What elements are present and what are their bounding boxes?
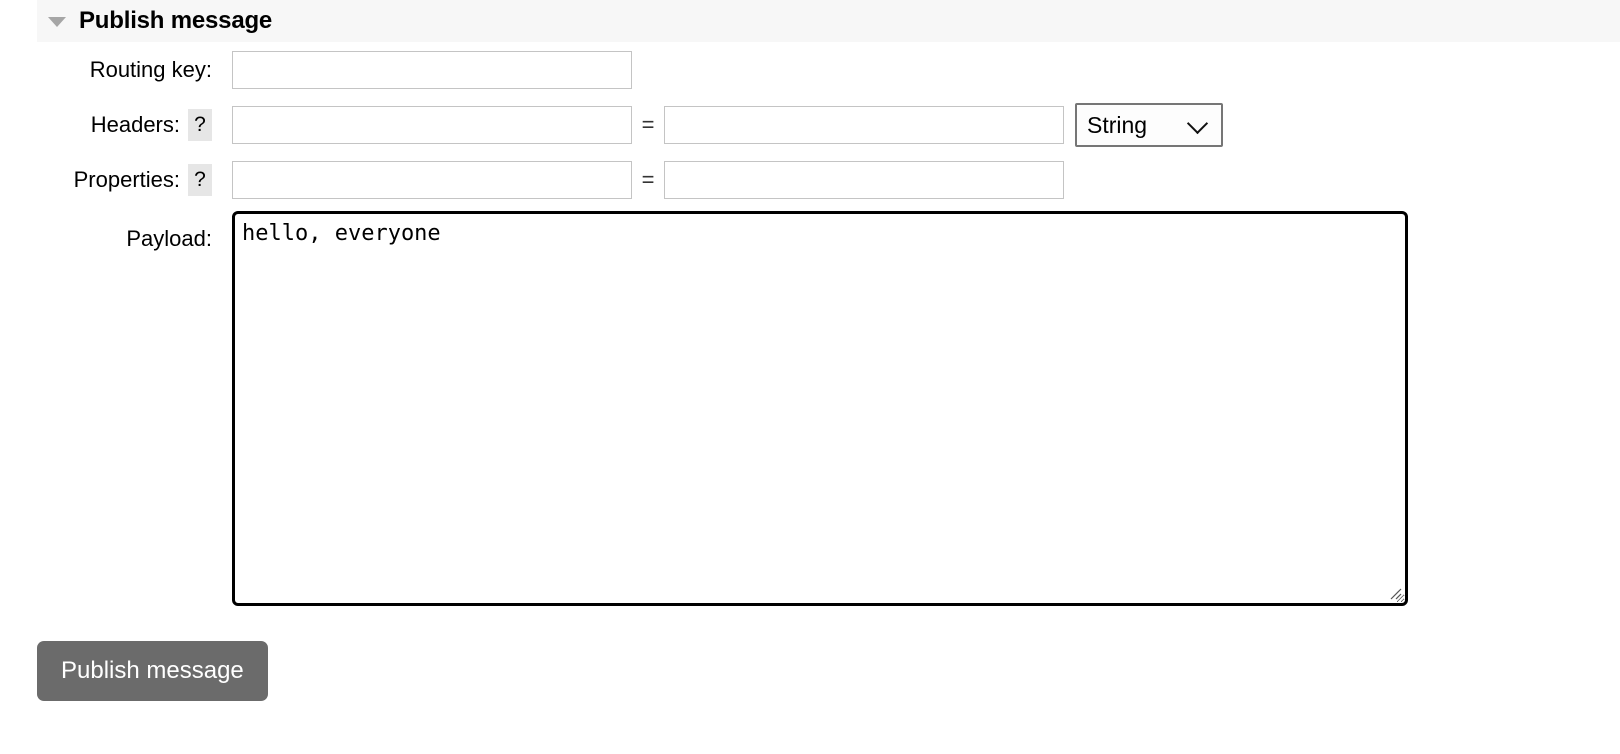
- publish-message-page: Publish message Routing key: Headers: ? …: [0, 0, 1620, 754]
- properties-label: Properties:: [73, 166, 180, 192]
- properties-equals-sign: =: [641, 166, 655, 192]
- publish-message-section-header[interactable]: Publish message: [37, 0, 1620, 42]
- page-title: Publish message: [79, 7, 273, 34]
- triangle-down-icon[interactable]: [48, 17, 66, 27]
- payload-row: Payload: hello, everyone: [0, 211, 1620, 606]
- headers-type-select-wrap: String: [1064, 102, 1223, 147]
- headers-label: Headers:: [90, 111, 180, 137]
- payload-label: Payload:: [126, 225, 212, 251]
- headers-help-icon[interactable]: ?: [188, 108, 212, 141]
- properties-help-icon[interactable]: ?: [188, 163, 212, 196]
- routing-key-label: Routing key:: [89, 56, 212, 82]
- payload-field-area: hello, everyone: [212, 211, 1408, 606]
- payload-textarea[interactable]: hello, everyone: [232, 211, 1408, 606]
- headers-label-cell: Headers: ?: [0, 108, 212, 141]
- publish-action-row: Publish message: [37, 641, 268, 701]
- headers-key-input[interactable]: [232, 105, 632, 144]
- headers-field-area: = String: [212, 102, 1223, 147]
- headers-type-select[interactable]: String: [1075, 102, 1223, 147]
- routing-key-input[interactable]: [232, 50, 632, 89]
- payload-label-cell: Payload:: [0, 211, 212, 266]
- routing-key-field-area: [212, 50, 632, 89]
- properties-label-cell: Properties: ?: [0, 163, 212, 196]
- publish-message-form: Routing key: Headers: ? = String Propert…: [0, 42, 1620, 606]
- properties-key-input[interactable]: [232, 160, 632, 199]
- routing-key-label-cell: Routing key:: [0, 56, 212, 82]
- headers-equals-sign: =: [641, 111, 655, 137]
- properties-row: Properties: ? =: [0, 152, 1620, 207]
- headers-value-input[interactable]: [664, 105, 1064, 144]
- properties-field-area: =: [212, 160, 1064, 199]
- properties-value-input[interactable]: [664, 160, 1064, 199]
- publish-message-button[interactable]: Publish message: [37, 641, 268, 701]
- headers-row: Headers: ? = String: [0, 97, 1620, 152]
- routing-key-row: Routing key:: [0, 42, 1620, 97]
